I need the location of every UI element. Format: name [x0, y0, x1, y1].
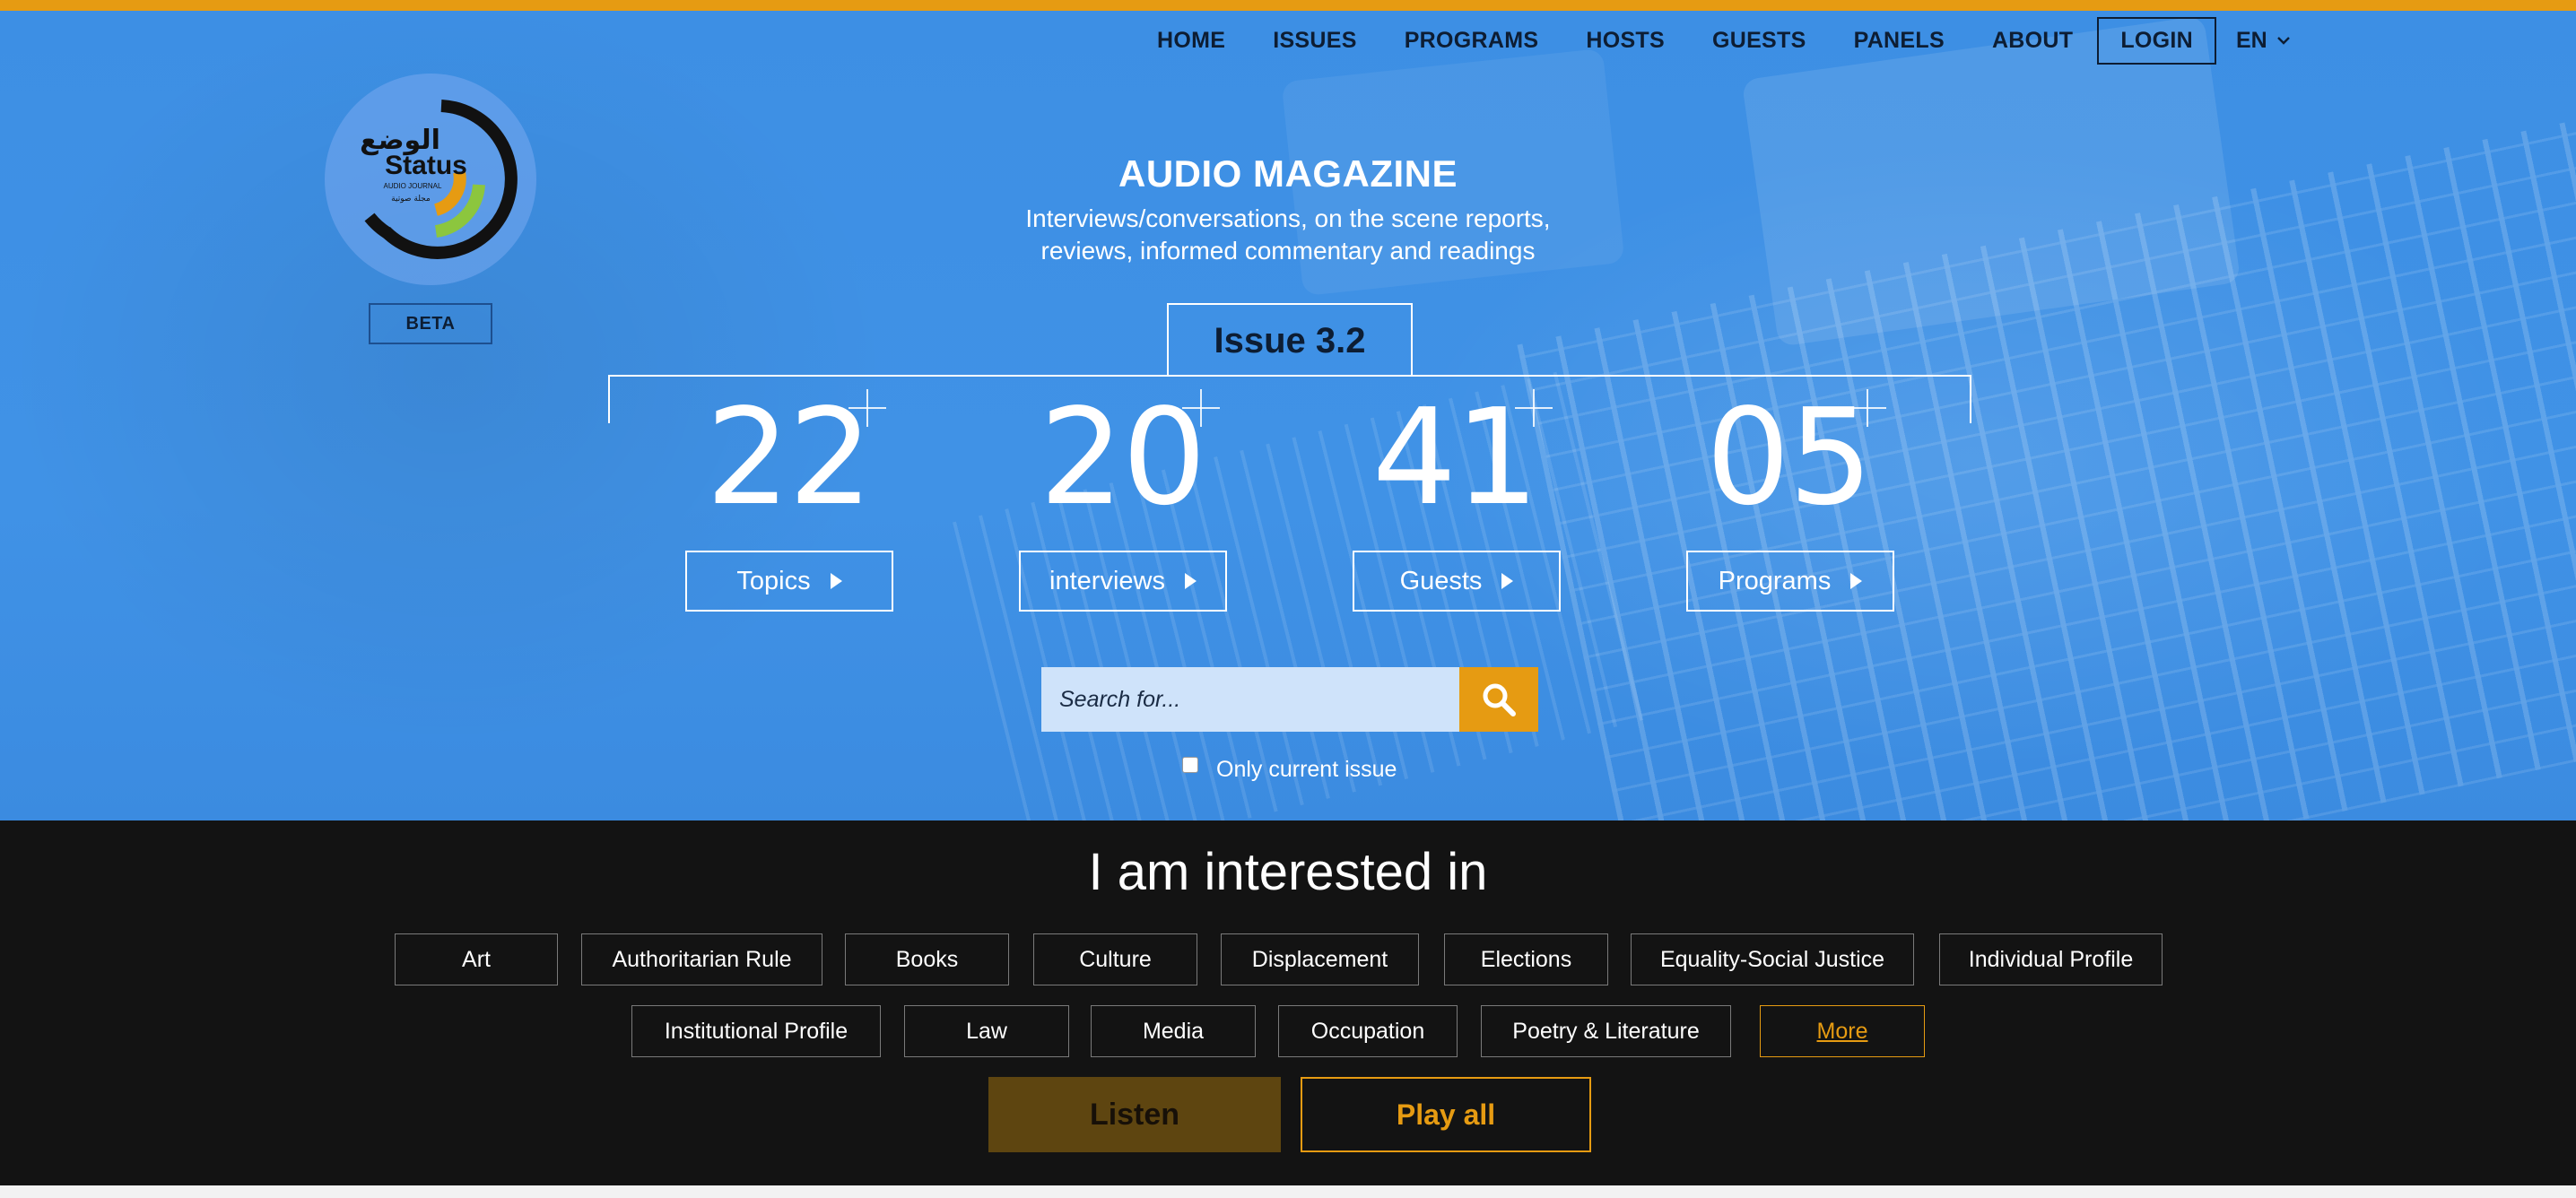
tag-elections[interactable]: Elections — [1444, 933, 1608, 985]
more-tags-link[interactable]: More — [1760, 1005, 1925, 1057]
main-navigation: HOME ISSUES PROGRAMS HOSTS GUESTS PANELS… — [1157, 16, 2291, 65]
subtitle-line: Interviews/conversations, on the scene r… — [1025, 204, 1551, 232]
stat-topics: 22 — [676, 386, 901, 529]
page-title: AUDIO MAGAZINE — [1118, 152, 1458, 195]
plus-icon — [1515, 389, 1553, 427]
tag-occupation[interactable]: Occupation — [1278, 1005, 1458, 1057]
stat-programs: 05 — [1676, 386, 1901, 529]
guests-button[interactable]: Guests — [1353, 551, 1561, 612]
tag-equality-social-justice[interactable]: Equality-Social Justice — [1631, 933, 1914, 985]
only-current-issue-option[interactable]: Only current issue — [1182, 756, 1397, 783]
tag-art[interactable]: Art — [395, 933, 558, 985]
page-bottom-strip — [0, 1185, 2576, 1198]
tag-poetry-literature[interactable]: Poetry & Literature — [1481, 1005, 1731, 1057]
top-accent-stripe — [0, 0, 2576, 11]
search-input[interactable] — [1041, 667, 1459, 732]
play-triangle-icon — [830, 573, 842, 589]
interviews-button[interactable]: interviews — [1019, 551, 1227, 612]
nav-home[interactable]: HOME — [1157, 28, 1225, 54]
play-triangle-icon — [1501, 573, 1514, 589]
play-triangle-icon — [1850, 573, 1863, 589]
plus-icon — [849, 389, 886, 427]
nav-programs[interactable]: PROGRAMS — [1405, 28, 1539, 54]
tag-books[interactable]: Books — [845, 933, 1009, 985]
play-triangle-icon — [1184, 573, 1197, 589]
tag-culture[interactable]: Culture — [1033, 933, 1197, 985]
chevron-down-icon — [2276, 37, 2290, 45]
topics-button[interactable]: Topics — [685, 551, 893, 612]
only-current-issue-label: Only current issue — [1216, 757, 1397, 782]
page-subtitle: Interviews/conversations, on the scene r… — [0, 203, 2576, 267]
search-bar — [1041, 667, 1538, 732]
login-button[interactable]: LOGIN — [2097, 16, 2216, 65]
tag-institutional-profile[interactable]: Institutional Profile — [631, 1005, 881, 1057]
tag-law[interactable]: Law — [904, 1005, 1069, 1057]
nav-about[interactable]: ABOUT — [1992, 28, 2073, 54]
button-label: interviews — [1049, 566, 1165, 595]
stat-interviews: 20 — [1010, 386, 1234, 529]
interests-heading: I am interested in — [1088, 843, 1488, 901]
stat-guests: 41 — [1343, 386, 1567, 529]
tag-authoritarian-rule[interactable]: Authoritarian Rule — [581, 933, 822, 985]
language-selector[interactable]: EN — [2236, 28, 2291, 54]
programs-button[interactable]: Programs — [1686, 551, 1894, 612]
plus-icon — [1849, 389, 1886, 427]
button-label: Programs — [1718, 566, 1832, 595]
subtitle-line: reviews, informed commentary and reading… — [1040, 237, 1536, 265]
language-label: EN — [2236, 27, 2267, 53]
button-label: Topics — [736, 566, 811, 595]
beta-badge: BETA — [369, 303, 492, 344]
nav-panels[interactable]: PANELS — [1854, 28, 1945, 54]
nav-issues[interactable]: ISSUES — [1273, 28, 1357, 54]
current-issue-label[interactable]: Issue 3.2 — [1167, 303, 1413, 377]
search-button[interactable] — [1459, 667, 1538, 732]
nav-hosts[interactable]: HOSTS — [1586, 28, 1665, 54]
nav-guests[interactable]: GUESTS — [1712, 28, 1806, 54]
tag-media[interactable]: Media — [1091, 1005, 1256, 1057]
tag-displacement[interactable]: Displacement — [1221, 933, 1419, 985]
play-all-button[interactable]: Play all — [1301, 1077, 1591, 1152]
tag-individual-profile[interactable]: Individual Profile — [1939, 933, 2163, 985]
plus-icon — [1182, 389, 1220, 427]
interests-section: I am interested in Art Authoritarian Rul… — [0, 820, 2576, 1185]
listen-button[interactable]: Listen — [988, 1077, 1281, 1152]
only-current-issue-checkbox[interactable] — [1182, 756, 1198, 773]
search-icon — [1483, 683, 1516, 716]
button-label: Guests — [1399, 566, 1483, 595]
